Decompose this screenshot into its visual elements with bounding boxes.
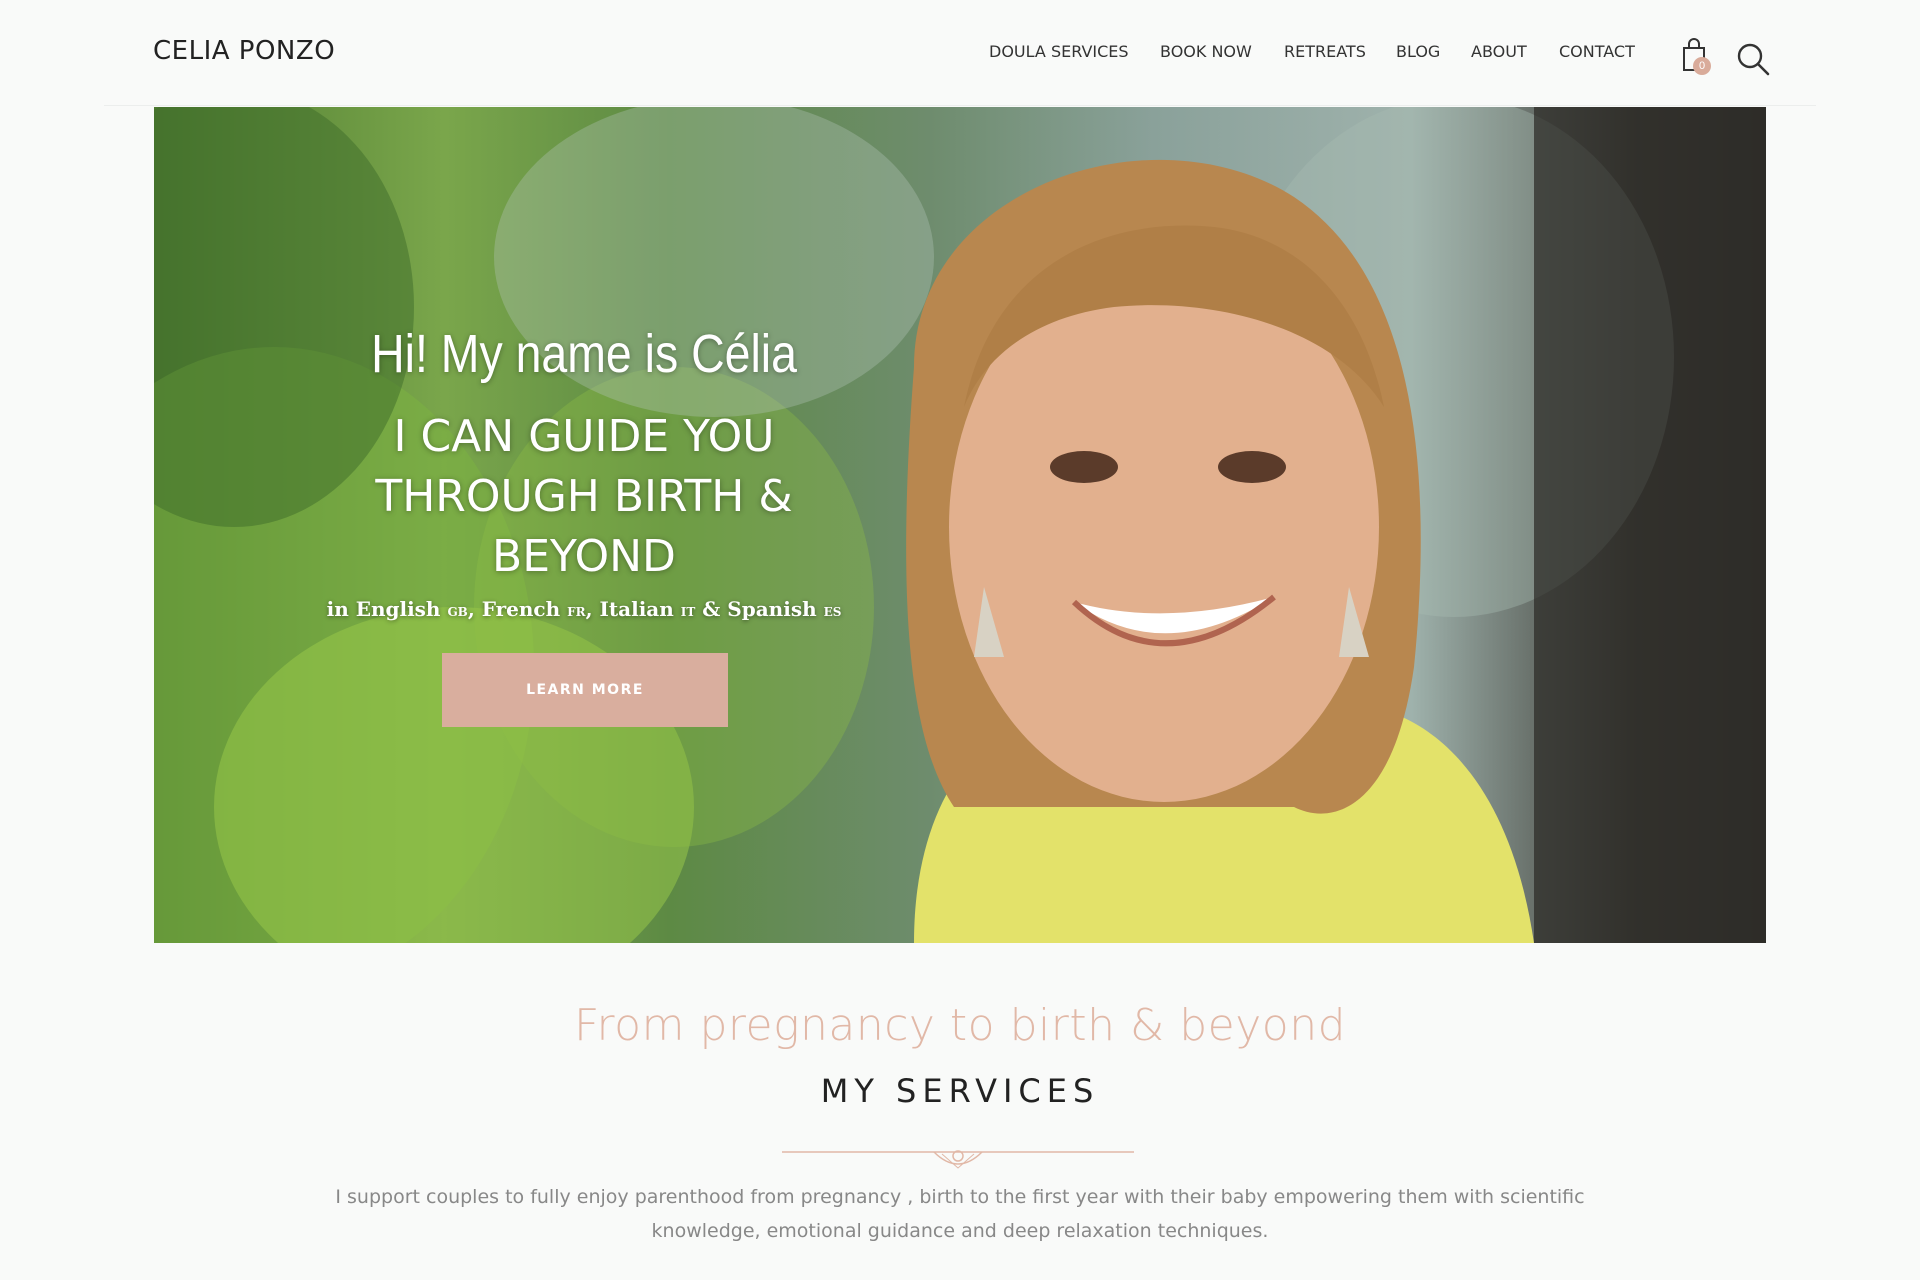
cart-count-badge[interactable]: 0: [1693, 57, 1711, 75]
nav-about[interactable]: ABOUT: [1471, 42, 1527, 61]
nav-book-now[interactable]: BOOK NOW: [1160, 42, 1252, 61]
services-intro: I support couples to fully enjoy parenth…: [335, 1186, 1585, 1242]
hero-languages: in English GB, French FR, Italian IT & S…: [326, 597, 842, 621]
nav-retreats[interactable]: RETREATS: [1284, 42, 1366, 61]
learn-more-button[interactable]: LEARN MORE: [442, 653, 728, 727]
hero-headline: I CAN GUIDE YOU THROUGH BIRTH & BEYOND: [364, 407, 804, 587]
hero-headline-line: THROUGH BIRTH &: [375, 471, 793, 522]
language-spanish: Spanish: [727, 597, 817, 621]
hero-headline-line: I CAN GUIDE YOU: [393, 411, 775, 462]
hero-greeting: Hi! My name is Célia: [371, 324, 797, 384]
nav-doula-services[interactable]: DOULA SERVICES: [989, 42, 1129, 61]
search-icon[interactable]: [1736, 42, 1770, 76]
flag-es: ES: [823, 605, 842, 619]
services-title: MY SERVICES: [820, 1072, 1100, 1110]
language-italian: Italian: [599, 597, 674, 621]
site-header: CELIA PONZO DOULA SERVICES BOOK NOW RETR…: [0, 0, 1920, 106]
hero-headline-line: BEYOND: [492, 531, 676, 582]
hero-banner: Hi! My name is Célia I CAN GUIDE YOU THR…: [154, 107, 1766, 943]
languages-prefix: in: [326, 597, 349, 621]
language-french: French: [481, 597, 561, 621]
flag-gb: GB: [447, 605, 468, 619]
nav-blog[interactable]: BLOG: [1396, 42, 1440, 61]
language-english: English: [355, 597, 441, 621]
flag-fr: FR: [567, 605, 586, 619]
ornament-divider-icon: [782, 1150, 1134, 1169]
header-divider: [104, 105, 1816, 106]
nav-contact[interactable]: CONTACT: [1559, 42, 1635, 61]
services-tagline: From pregnancy to birth & beyond: [573, 1000, 1347, 1051]
flag-it: IT: [680, 605, 696, 619]
site-logo[interactable]: CELIA PONZO: [153, 36, 335, 66]
